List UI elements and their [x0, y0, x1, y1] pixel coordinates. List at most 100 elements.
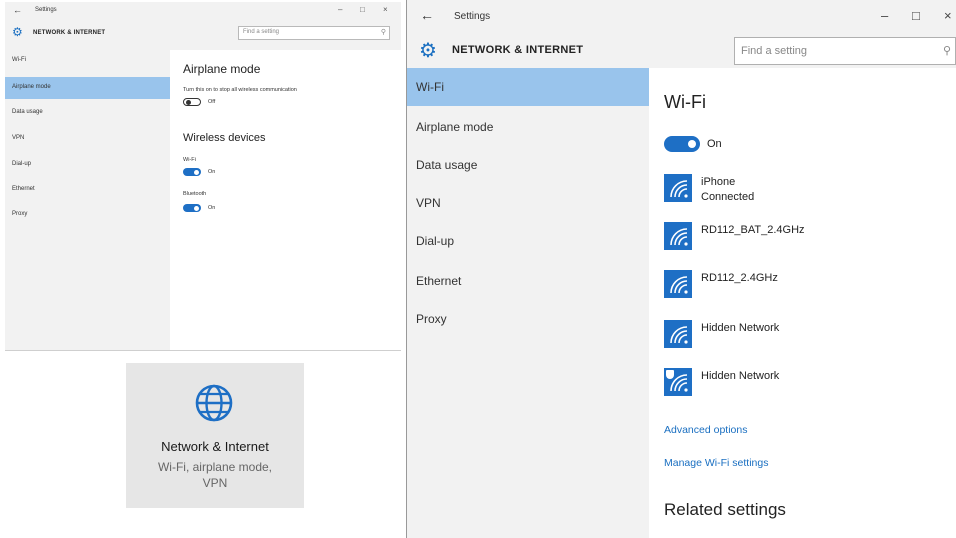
sidebar-item-airplane-mode[interactable]: Airplane mode: [407, 108, 649, 146]
content-pane: Wi-Fi On iPhone Connected RD112_BAT_2.4G…: [649, 68, 956, 538]
wifi-signal-icon: [664, 320, 692, 348]
page-title: Airplane mode: [183, 62, 261, 76]
sidebar-item-ethernet[interactable]: Ethernet: [5, 179, 170, 201]
section-heading: NETWORK & INTERNET: [33, 30, 106, 36]
small-settings-window: ← Settings – □ × ⚙ NETWORK & INTERNET Fi…: [5, 2, 401, 351]
network-list-item[interactable]: iPhone Connected: [664, 174, 954, 210]
network-status: Connected: [701, 191, 755, 203]
related-settings-heading: Related settings: [664, 500, 786, 519]
sidebar-item-wifi[interactable]: Wi-Fi: [5, 50, 170, 72]
network-list-item[interactable]: Hidden Network: [664, 368, 954, 404]
wifi-state: On: [208, 169, 216, 175]
network-list-item[interactable]: Hidden Network: [664, 320, 954, 356]
globe-icon: [195, 384, 233, 422]
tile-subtitle: Wi-Fi, airplane mode, VPN: [126, 459, 304, 491]
gear-icon: ⚙: [12, 25, 23, 39]
toggle-knob: [688, 140, 696, 148]
sidebar-item-label: Airplane mode: [416, 120, 494, 134]
network-name: iPhone: [701, 176, 736, 188]
close-icon[interactable]: ×: [944, 8, 952, 23]
window-title: Settings: [454, 11, 491, 22]
minimize-icon[interactable]: –: [338, 5, 342, 14]
manage-wifi-settings-link[interactable]: Manage Wi-Fi settings: [664, 457, 768, 469]
network-name: Hidden Network: [701, 322, 780, 334]
wifi-signal-icon: [664, 222, 692, 250]
wifi-toggle[interactable]: [183, 168, 201, 176]
title-bar: ← Settings – □ ×: [5, 2, 401, 20]
airplane-description: Turn this on to stop all wireless commun…: [183, 87, 297, 93]
wifi-signal-icon: [664, 270, 692, 298]
back-arrow-icon[interactable]: ←: [13, 5, 22, 15]
network-list-item[interactable]: RD112_2.4GHz: [664, 270, 954, 306]
search-input[interactable]: Find a setting ⚲: [238, 26, 390, 40]
wifi-label: Wi-Fi: [183, 157, 196, 163]
search-icon[interactable]: ⚲: [381, 28, 386, 36]
airplane-mode-state: Off: [208, 99, 216, 105]
bluetooth-state: On: [208, 205, 216, 211]
sidebar-item-label: Airplane mode: [12, 84, 51, 90]
search-placeholder: Find a setting: [243, 29, 280, 35]
sidebar-item-label: Proxy: [416, 312, 447, 326]
content-pane: Airplane mode Turn this on to stop all w…: [170, 50, 401, 350]
wifi-signal-icon: [664, 174, 692, 202]
wifi-state: On: [707, 138, 722, 150]
sidebar-item-label: Ethernet: [416, 274, 462, 288]
sidebar-item-label: Dial-up: [12, 161, 32, 167]
network-name: RD112_2.4GHz: [701, 272, 778, 284]
minimize-icon[interactable]: –: [881, 8, 888, 23]
sidebar-item-label: Wi-Fi: [12, 57, 26, 63]
advanced-options-link[interactable]: Advanced options: [664, 424, 747, 436]
toggle-knob: [185, 99, 191, 105]
back-arrow-icon[interactable]: ←: [420, 7, 434, 23]
tile-subtitle-line: Wi-Fi, airplane mode,: [157, 460, 273, 474]
toggle-knob: [194, 169, 199, 175]
sidebar-item-label: VPN: [12, 135, 25, 141]
title-bar: ← Settings – □ ×: [407, 0, 956, 32]
sidebar-item-label: Ethernet: [12, 186, 35, 192]
network-internet-tile[interactable]: Network & Internet Wi-Fi, airplane mode,…: [126, 363, 304, 508]
gear-icon: ⚙: [419, 40, 437, 62]
sidebar-item-proxy[interactable]: Proxy: [407, 300, 649, 338]
airplane-mode-toggle[interactable]: [183, 98, 201, 106]
sidebar-item-label: Wi-Fi: [416, 80, 444, 94]
toggle-knob: [194, 205, 199, 211]
sidebar-item-proxy[interactable]: Proxy: [5, 204, 170, 226]
network-list-item[interactable]: RD112_BAT_2.4GHz: [664, 222, 954, 258]
sidebar-item-ethernet[interactable]: Ethernet: [407, 262, 649, 300]
section-heading: NETWORK & INTERNET: [452, 44, 584, 56]
sidebar-item-vpn[interactable]: VPN: [5, 128, 170, 150]
sidebar-item-data-usage[interactable]: Data usage: [407, 146, 649, 184]
wifi-signal-icon: [664, 368, 692, 396]
sidebar-item-wifi[interactable]: Wi-Fi: [407, 68, 649, 106]
search-icon[interactable]: ⚲: [943, 44, 951, 57]
search-placeholder: Find a setting: [741, 45, 808, 57]
close-icon[interactable]: ×: [383, 5, 388, 14]
maximize-icon[interactable]: □: [360, 5, 365, 14]
window-title: Settings: [35, 7, 57, 13]
settings-header: ⚙ NETWORK & INTERNET Find a setting ⚲: [407, 32, 956, 68]
page-title: Wi-Fi: [664, 92, 706, 112]
settings-header: ⚙ NETWORK & INTERNET Find a setting ⚲: [5, 20, 401, 50]
sidebar-item-label: Proxy: [12, 211, 28, 217]
tile-title: Network & Internet: [161, 439, 269, 454]
tile-subtitle-line: VPN: [202, 476, 228, 490]
sidebar-item-label: Data usage: [416, 158, 478, 172]
sidebar-item-data-usage[interactable]: Data usage: [5, 102, 170, 124]
main-settings-window: ← Settings – □ × ⚙ NETWORK & INTERNET Fi…: [406, 0, 956, 538]
sidebar-item-label: Dial-up: [416, 234, 455, 248]
network-name: RD112_BAT_2.4GHz: [701, 224, 805, 236]
shield-icon: [666, 370, 674, 379]
sidebar-item-label: VPN: [416, 196, 441, 210]
sidebar-item-label: Data usage: [12, 109, 43, 115]
sidebar: Wi-Fi Airplane mode Data usage VPN Dial-…: [5, 50, 170, 350]
network-name: Hidden Network: [701, 370, 780, 382]
sidebar-item-dial-up[interactable]: Dial-up: [5, 154, 170, 176]
sidebar-item-vpn[interactable]: VPN: [407, 184, 649, 222]
sidebar-item-dial-up[interactable]: Dial-up: [407, 222, 649, 260]
wifi-toggle[interactable]: [664, 136, 700, 152]
sidebar-item-airplane-mode[interactable]: Airplane mode: [5, 77, 170, 99]
maximize-icon[interactable]: □: [912, 8, 920, 23]
bluetooth-toggle[interactable]: [183, 204, 201, 212]
sidebar: Wi-Fi Airplane mode Data usage VPN Dial-…: [407, 68, 649, 538]
search-input[interactable]: Find a setting ⚲: [734, 37, 956, 65]
